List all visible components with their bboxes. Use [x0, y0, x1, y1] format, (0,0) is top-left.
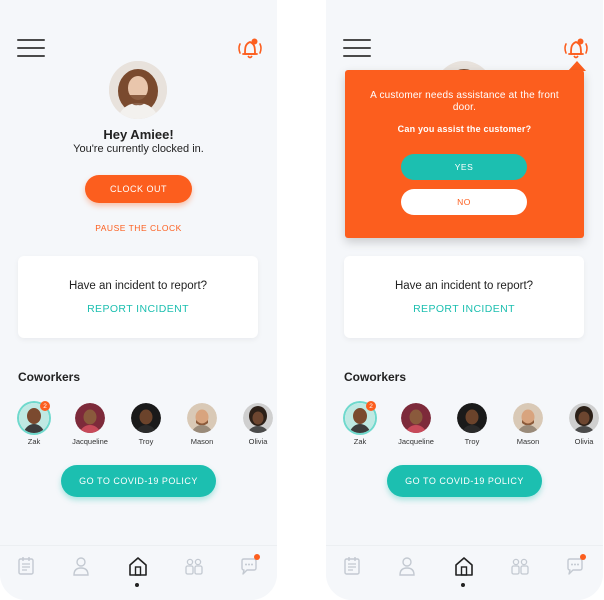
coworker-zak[interactable]: 2 Zak	[332, 401, 388, 446]
coworker-zak[interactable]: 2 Zak	[6, 401, 62, 446]
coworkers-heading: Coworkers	[344, 370, 407, 384]
unread-badge: 2	[366, 401, 376, 411]
active-tab-indicator	[461, 583, 465, 587]
no-button[interactable]: NO	[401, 189, 527, 215]
coworker-mason[interactable]: Mason	[174, 403, 230, 446]
profile-icon[interactable]	[71, 556, 91, 576]
calendar-icon[interactable]	[16, 556, 36, 576]
avatar: 2	[345, 401, 376, 433]
coworker-name: Troy	[464, 437, 480, 446]
avatar	[569, 403, 599, 433]
covid-policy-button[interactable]: GO TO COVID-19 POLICY	[387, 465, 542, 497]
incident-card: Have an incident to report? REPORT INCID…	[344, 256, 584, 338]
avatar	[187, 403, 217, 433]
coworker-jacqueline[interactable]: Jacqueline	[62, 403, 118, 446]
report-incident-link[interactable]: REPORT INCIDENT	[18, 303, 258, 315]
assistance-alert-popup: A customer needs assistance at the front…	[345, 70, 584, 238]
bottom-tab-bar	[326, 545, 603, 600]
report-incident-link[interactable]: REPORT INCIDENT	[344, 303, 584, 315]
coworker-mason[interactable]: Mason	[500, 403, 556, 446]
menu-icon[interactable]	[17, 38, 45, 58]
coworker-jacqueline[interactable]: Jacqueline	[388, 403, 444, 446]
home-icon[interactable]	[128, 556, 148, 587]
chat-icon[interactable]	[239, 554, 260, 576]
notification-bell-icon[interactable]	[560, 34, 592, 62]
team-icon[interactable]	[184, 556, 204, 576]
coworker-troy[interactable]: Troy	[118, 403, 174, 446]
avatar	[457, 403, 487, 433]
calendar-icon[interactable]	[342, 556, 362, 576]
chat-notification-dot	[254, 554, 260, 560]
coworkers-heading: Coworkers	[18, 370, 81, 384]
coworker-name: Jacqueline	[398, 437, 434, 446]
avatar	[243, 403, 273, 433]
phone-screen-home: Hey Amiee! You're currently clocked in. …	[0, 0, 277, 600]
team-icon[interactable]	[510, 556, 530, 576]
home-icon[interactable]	[454, 556, 474, 587]
coworker-name: Zak	[27, 437, 41, 446]
profile-icon[interactable]	[397, 556, 417, 576]
clock-status-text: You're currently clocked in.	[73, 143, 204, 155]
menu-icon[interactable]	[343, 38, 371, 58]
incident-question: Have an incident to report?	[68, 280, 208, 292]
chat-icon[interactable]	[565, 554, 586, 576]
coworker-name: Jacqueline	[72, 437, 108, 446]
avatar	[131, 403, 161, 433]
avatar	[513, 403, 543, 433]
notification-bell-icon[interactable]	[234, 34, 266, 62]
alert-question: Can you assist the customer?	[397, 124, 532, 134]
avatar	[75, 403, 105, 433]
yes-button[interactable]: YES	[401, 154, 527, 180]
unread-badge: 2	[40, 401, 50, 411]
pause-clock-link[interactable]: PAUSE THE CLOCK	[0, 223, 277, 233]
coworker-name: Troy	[138, 437, 154, 446]
coworker-name: Olivia	[574, 437, 594, 446]
coworker-name: Mason	[190, 437, 214, 446]
avatar	[401, 403, 431, 433]
incident-question: Have an incident to report?	[394, 280, 534, 292]
chat-notification-dot	[580, 554, 586, 560]
coworker-troy[interactable]: Troy	[444, 403, 500, 446]
coworker-name: Mason	[516, 437, 540, 446]
active-tab-indicator	[135, 583, 139, 587]
user-avatar	[109, 61, 167, 119]
clock-out-button[interactable]: CLOCK OUT	[85, 175, 192, 203]
coworker-olivia[interactable]: Olivia	[556, 403, 603, 446]
incident-card: Have an incident to report? REPORT INCID…	[18, 256, 258, 338]
covid-policy-button[interactable]: GO TO COVID-19 POLICY	[61, 465, 216, 497]
coworker-olivia[interactable]: Olivia	[230, 403, 277, 446]
coworker-name: Olivia	[248, 437, 268, 446]
avatar: 2	[19, 401, 50, 433]
bottom-tab-bar	[0, 545, 277, 600]
alert-message: A customer needs assistance at the front…	[370, 90, 559, 113]
coworker-name: Zak	[353, 437, 367, 446]
greeting-text: Hey Amiee!	[103, 127, 174, 142]
